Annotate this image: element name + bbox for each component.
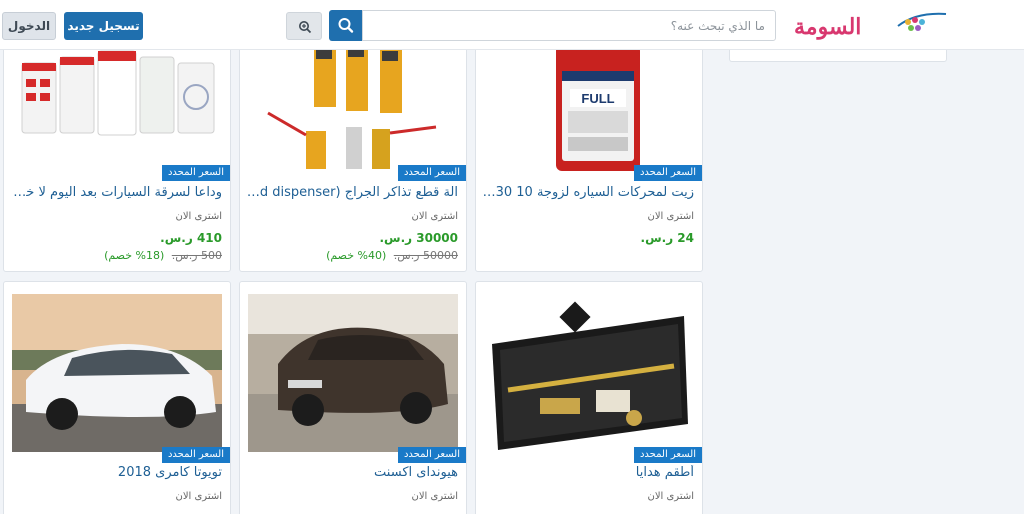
product-card[interactable]: السعر المحدد وداعا لسرقة السيارات بعد ال… bbox=[3, 30, 231, 272]
top-navbar: الدخول تسجيل جديد السومة bbox=[0, 0, 1024, 50]
product-title[interactable]: تويوتا كامرى 2018 bbox=[10, 465, 222, 480]
product-title[interactable]: الة قطع تذاكر الجراج (card dispenser) ..… bbox=[246, 185, 458, 200]
toyota-camry-image bbox=[12, 294, 222, 452]
motor-oil-bottle-image: FULL bbox=[484, 31, 694, 171]
gift-set-image bbox=[484, 294, 694, 452]
site-logo[interactable]: السومة bbox=[794, 8, 949, 44]
parking-barrier-machines-image bbox=[248, 31, 458, 171]
advanced-search-button[interactable] bbox=[286, 12, 322, 40]
register-button[interactable]: تسجيل جديد bbox=[64, 12, 143, 40]
discount-label: (18% خصم) bbox=[104, 249, 165, 262]
product-price: 410 ر.س. bbox=[160, 231, 222, 245]
product-image[interactable] bbox=[484, 294, 694, 452]
product-card[interactable]: FULL السعر المحدد زيت لمحركات السياره لز… bbox=[475, 30, 703, 272]
old-price: 50000 ر.س. bbox=[393, 249, 458, 262]
buy-now-link[interactable]: اشترى الان bbox=[411, 211, 458, 222]
discount-label: (40% خصم) bbox=[326, 249, 387, 262]
buy-now-link[interactable]: اشترى الان bbox=[411, 491, 458, 502]
product-price: 24 ر.س. bbox=[640, 231, 694, 245]
old-price-row: 500 ر.س. (18% خصم) bbox=[104, 249, 222, 262]
old-price: 500 ر.س. bbox=[171, 249, 222, 262]
product-title[interactable]: هيونداى اكسنت bbox=[246, 465, 458, 480]
product-title[interactable]: أطقم هدايا bbox=[482, 465, 694, 480]
logo-mark-icon bbox=[897, 12, 947, 31]
zoom-in-icon bbox=[299, 21, 312, 34]
product-image[interactable] bbox=[248, 294, 458, 452]
product-card[interactable]: السعر المحدد هيونداى اكسنت اشترى الان bbox=[239, 281, 467, 514]
svg-text:FULL: FULL bbox=[581, 91, 614, 106]
buy-now-link[interactable]: اشترى الان bbox=[647, 211, 694, 222]
hyundai-accent-image bbox=[248, 294, 458, 452]
product-card[interactable]: السعر المحدد تويوتا كامرى 2018 اشترى الا… bbox=[3, 281, 231, 514]
buy-now-link[interactable]: اشترى الان bbox=[175, 491, 222, 502]
product-image[interactable] bbox=[12, 294, 222, 452]
product-title[interactable]: وداعا لسرقة السيارات بعد اليوم لا خو... bbox=[10, 185, 222, 200]
old-price-row: 50000 ر.س. (40% خصم) bbox=[326, 249, 458, 262]
buy-now-link[interactable]: اشترى الان bbox=[175, 211, 222, 222]
buy-now-link[interactable]: اشترى الان bbox=[647, 491, 694, 502]
price-badge: السعر المحدد bbox=[397, 165, 466, 181]
product-card[interactable]: السعر المحدد أطقم هدايا اشترى الان bbox=[475, 281, 703, 514]
search-input[interactable] bbox=[362, 10, 776, 41]
price-badge: السعر المحدد bbox=[161, 447, 230, 463]
logo-text: السومة bbox=[794, 14, 862, 40]
price-badge: السعر المحدد bbox=[633, 447, 702, 463]
price-badge: السعر المحدد bbox=[397, 447, 466, 463]
search-button[interactable] bbox=[329, 10, 363, 41]
car-tracking-app-image bbox=[12, 31, 222, 171]
product-title[interactable]: زيت لمحركات السياره لزوجة 10 5w30... bbox=[482, 185, 694, 200]
price-badge: السعر المحدد bbox=[161, 165, 230, 181]
login-button[interactable]: الدخول bbox=[2, 12, 56, 40]
price-badge: السعر المحدد bbox=[633, 165, 702, 181]
product-card[interactable]: السعر المحدد الة قطع تذاكر الجراج (card … bbox=[239, 30, 467, 272]
product-price: 30000 ر.س. bbox=[379, 231, 458, 245]
search-icon bbox=[338, 18, 354, 33]
